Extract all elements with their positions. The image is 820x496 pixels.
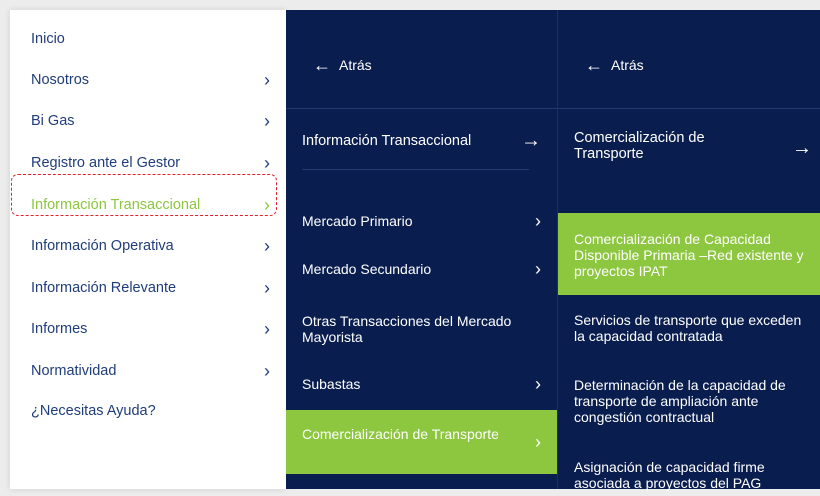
menu-item-normatividad[interactable]: Normatividad › (10, 350, 286, 391)
submenu-item-asignacion-capacidad[interactable]: Asignación de capacidad firme asociada a… (558, 456, 820, 496)
menu-item-label: Inicio (31, 30, 65, 47)
submenu-heading-label: Información Transaccional (302, 133, 472, 149)
chevron-right-icon: › (264, 152, 270, 173)
menu-item-label: Normatividad (31, 362, 117, 379)
menu-item-bi-gas[interactable]: Bi Gas › (10, 100, 286, 141)
submenu-item-label: Otras Transacciones del Mercado Mayorist… (302, 313, 512, 345)
menu-item-label: ¿Necesitas Ayuda? (31, 402, 156, 419)
chevron-right-icon: › (264, 318, 270, 339)
chevron-right-icon: › (264, 69, 270, 90)
menu-item-label: Bi Gas (31, 112, 75, 129)
back-button[interactable]: ← Atrás (558, 50, 820, 80)
menu-item-label: Información Transaccional (31, 196, 201, 213)
submenu-item-label: Mercado Primario (302, 213, 413, 229)
chevron-right-icon: › (535, 259, 541, 279)
menu-item-inicio[interactable]: Inicio (10, 18, 286, 59)
submenu-item-mercado-secundario[interactable]: Mercado Secundario › (286, 254, 557, 284)
chevron-right-icon: › (264, 360, 270, 381)
submenu-item-comercializacion-transporte[interactable]: Comercialización de Transporte › (286, 410, 557, 474)
arrow-left-icon: ← (585, 54, 603, 75)
submenu-item-mercado-primario[interactable]: Mercado Primario › (286, 206, 557, 236)
submenu-item-servicios-transporte[interactable]: Servicios de transporte que exceden la c… (558, 309, 820, 349)
menu-item-nosotros[interactable]: Nosotros › (10, 59, 286, 100)
submenu-panel-transporte: ← Atrás Comercialización de Transporte →… (557, 10, 820, 491)
divider (558, 108, 820, 109)
menu-item-label: Informes (31, 320, 88, 337)
arrow-right-icon: → (521, 129, 541, 152)
menu-item-informacion-operativa[interactable]: Información Operativa › (10, 225, 286, 266)
submenu-item-determinacion-capacidad[interactable]: Determinación de la capacidad de transpo… (558, 374, 820, 430)
submenu-item-label: Mercado Secundario (302, 261, 432, 277)
back-label: Atrás (339, 57, 372, 73)
submenu-item-label: Subastas (302, 376, 361, 392)
menu-item-registro-gestor[interactable]: Registro ante el Gestor › (10, 142, 286, 183)
arrow-right-icon: → (792, 137, 812, 159)
submenu-heading[interactable]: Información Transaccional → (286, 124, 557, 158)
menu-item-informacion-transaccional[interactable]: Información Transaccional › (10, 184, 286, 225)
submenu-item-capacidad-disponible-primaria[interactable]: Comercialización de Capacidad Disponible… (558, 213, 820, 295)
submenu-item-otras-transacciones[interactable]: Otras Transacciones del Mercado Mayorist… (286, 308, 557, 348)
submenu-item-subastas[interactable]: Subastas › (286, 369, 557, 399)
chevron-right-icon: › (264, 277, 270, 298)
chevron-right-icon: › (535, 211, 541, 231)
chevron-right-icon: › (264, 235, 270, 256)
chevron-right-icon: › (535, 432, 541, 452)
submenu-item-label: Determinación de la capacidad de transpo… (574, 377, 786, 425)
back-label: Atrás (611, 57, 644, 73)
menu-item-label: Información Operativa (31, 237, 174, 254)
divider (286, 108, 557, 109)
submenu-item-label: Comercialización de Capacidad Disponible… (574, 231, 804, 279)
menu-item-ayuda[interactable]: ¿Necesitas Ayuda? (10, 390, 286, 431)
submenu-item-label: Asignación de capacidad firme asociada a… (574, 459, 765, 491)
divider (302, 169, 529, 170)
main-menu-panel: Inicio Nosotros › Bi Gas › Registro ante… (10, 10, 286, 489)
menu-item-label: Registro ante el Gestor (31, 154, 181, 171)
submenu-item-label: Comercialización de Transporte (302, 426, 499, 442)
submenu-heading-label: Comercialización de Transporte (574, 130, 705, 162)
submenu-item-label: Servicios de transporte que exceden la c… (574, 312, 802, 344)
menu-item-informes[interactable]: Informes › (10, 308, 286, 349)
chevron-right-icon: › (264, 194, 270, 215)
menu-item-label: Nosotros (31, 71, 90, 88)
chevron-right-icon: › (264, 110, 270, 131)
submenu-heading[interactable]: Comercialización de Transporte → (558, 130, 820, 166)
chevron-right-icon: › (535, 374, 541, 394)
menu-item-label: Información Relevante (31, 279, 177, 296)
arrow-left-icon: ← (313, 54, 331, 75)
menu-item-informacion-relevante[interactable]: Información Relevante › (10, 267, 286, 308)
submenu-panel-transaccional: ← Atrás Información Transaccional → Merc… (286, 10, 557, 489)
back-button[interactable]: ← Atrás (286, 50, 584, 80)
